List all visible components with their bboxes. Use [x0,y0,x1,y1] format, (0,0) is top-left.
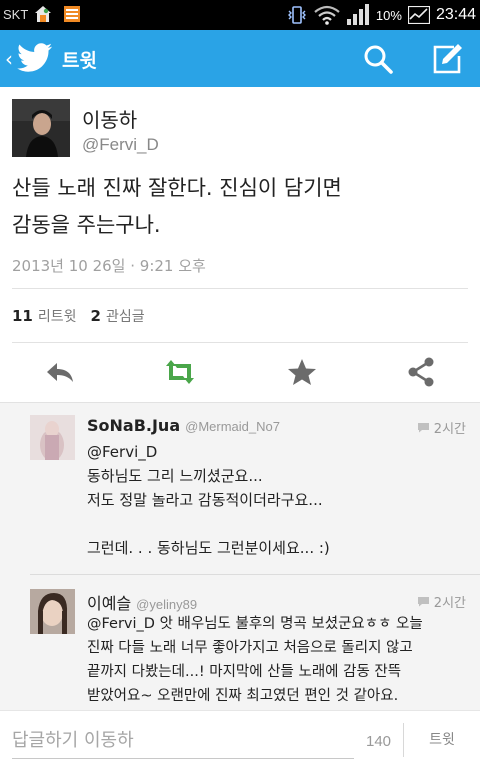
reply-author-name[interactable]: SoNaB.Jua [87,416,180,435]
reply-text-line: 동하님도 그리 느끼셨군요... [87,467,263,485]
author-name[interactable]: 이동하 [82,104,137,133]
home-app-notification-icon [35,6,51,22]
divider [12,288,468,289]
comment-bubble-icon [417,597,429,607]
reply-avatar[interactable] [30,415,75,460]
tweet-timestamp: 2013년 10 26일 · 9:21 오후 [12,257,206,275]
char-counter: 140 [366,733,392,750]
reply-text: @Fervi_D 앗 배우님도 불후의 명곡 보셨군요ㅎㅎ 오늘 진짜 다들 노… [87,612,472,708]
app-notification-icon [64,6,80,22]
author-avatar[interactable] [12,99,70,157]
chevron-left-icon[interactable]: ‹ [5,47,13,71]
favorite-icon[interactable] [286,357,318,387]
reply-author-name[interactable]: 이예슬 [87,594,131,613]
author-handle[interactable]: @Fervi_D [82,135,159,155]
wifi-icon [314,5,340,25]
clock: 23:44 [435,6,476,23]
favorite-count-label[interactable]: 관심글 [106,306,145,326]
retweet-count[interactable]: 11 [12,307,33,325]
reply-text-line: 진짜 다들 노래 너무 좋아가지고 처음으로 돌리지 않고 [87,640,413,656]
tweet-text-line: 감동을 주는구나. [12,213,161,237]
reply-text-line [87,512,472,536]
app-bar: ‹ 트윗 [0,30,480,87]
battery-percent: 10% [375,7,402,23]
reply-author-handle[interactable]: @Mermaid_No7 [185,419,280,434]
reply-input[interactable] [12,723,354,759]
reply-time: 2시간 [417,592,466,611]
carrier-label: SKT [3,7,29,22]
signal-icon [346,4,369,25]
favorite-count[interactable]: 2 [91,307,101,325]
reply-text-line: 저도 정말 놀라고 감동적이더라구요... [87,491,323,509]
reply-time-text: 2시간 [433,422,466,437]
status-bar: SKT 10% 23:44 [0,0,480,30]
divider [403,723,404,757]
tweet-actions [0,343,480,401]
twitter-bird-icon[interactable] [17,43,53,73]
reply-author[interactable]: SoNaB.Jua @Mermaid_No7 [87,416,280,435]
reply-divider [30,574,480,575]
reply-text-line: 그런데. . . 동하님도 그런분이세요... :) [87,539,330,557]
reply-author-handle[interactable]: @yeliny89 [136,597,197,612]
retweet-count-label[interactable]: 리트윗 [38,306,77,326]
comment-bubble-icon [417,423,429,433]
retweet-icon[interactable] [163,357,197,387]
reply-time: 2시간 [417,418,466,437]
replies-list[interactable]: SoNaB.Jua @Mermaid_No7 2시간 @Fervi_D 동하님도 … [0,402,480,710]
search-icon[interactable] [362,43,394,75]
share-icon[interactable] [405,357,437,387]
vibrate-icon [287,6,306,24]
send-tweet-button[interactable]: 트윗 [412,725,472,755]
tweet-stats: 11 리트윗 2 관심글 [12,306,145,326]
activity-graph-icon [407,6,430,24]
tweet-text: 산들 노래 진짜 잘한다. 진심이 담기면 감동을 주는구나. [12,170,468,244]
reply-text: @Fervi_D 동하님도 그리 느끼셨군요... 저도 정말 놀라고 감동적이… [87,440,472,560]
tweet-text-line: 산들 노래 진짜 잘한다. 진심이 담기면 [12,176,342,200]
reply-icon[interactable] [44,357,76,387]
reply-text-line: 받았어요~ 오랜만에 진짜 최고였던 편인 것 같아요. [87,688,399,704]
reply-avatar[interactable] [30,589,75,634]
reply-text-line: @Fervi_D 앗 배우님도 불후의 명곡 보셨군요ㅎㅎ 오늘 [87,616,423,632]
compose-icon[interactable] [430,42,464,76]
reply-text-line: @Fervi_D [87,443,158,461]
page-title: 트윗 [62,50,97,72]
reply-time-text: 2시간 [433,596,466,611]
reply-composer: 140 트윗 [0,710,480,768]
reply-text-line: 끝까지 다봤는데...! 마지막에 산들 노래에 감동 잔뜩 [87,664,402,680]
reply-author[interactable]: 이예슬 @yeliny89 [87,590,197,614]
